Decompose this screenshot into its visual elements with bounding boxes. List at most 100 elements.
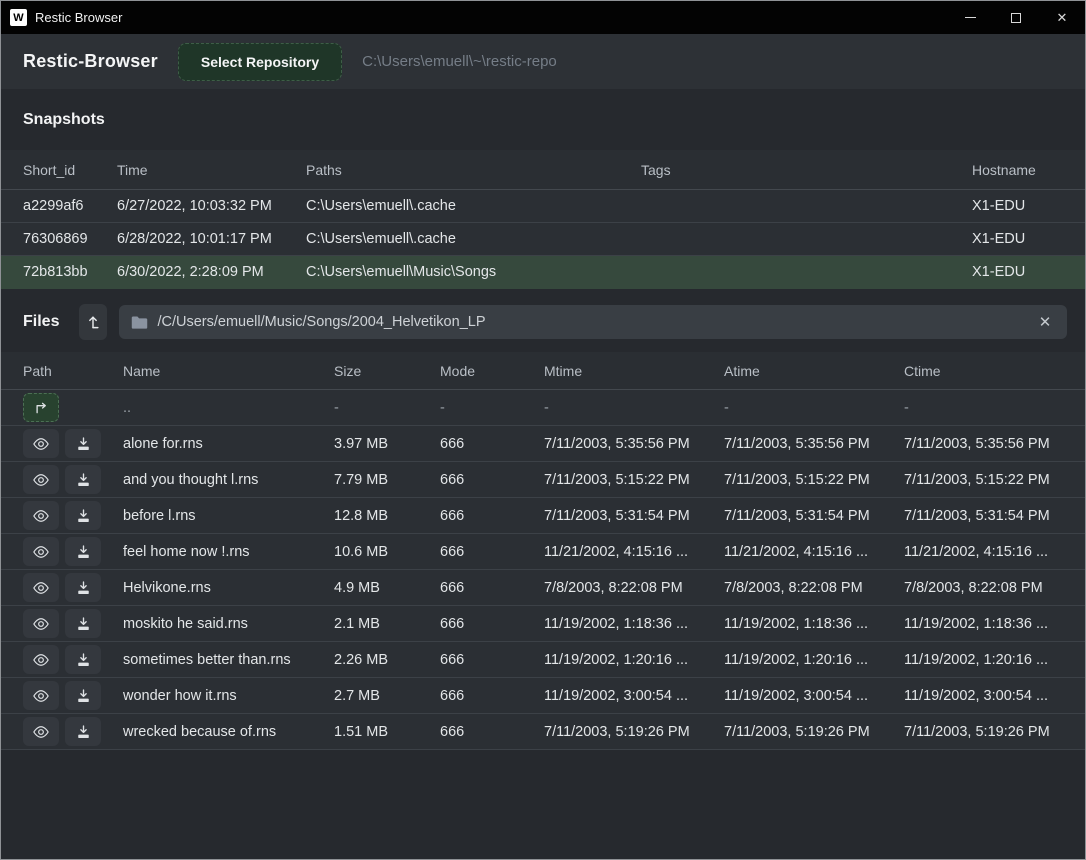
file-size: 3.97 MB [334, 436, 440, 452]
view-file-button[interactable] [23, 501, 59, 530]
download-file-button[interactable] [65, 429, 101, 458]
file-name[interactable]: wrecked because of.rns [123, 724, 334, 740]
go-parent-directory-button[interactable] [23, 393, 59, 422]
column-short-id: Short_id [23, 162, 117, 178]
file-mode: 666 [440, 580, 544, 596]
file-mode: 666 [440, 508, 544, 524]
app-title: Restic-Browser [23, 51, 158, 72]
file-mtime: 7/11/2003, 5:35:56 PM [544, 436, 724, 452]
select-repository-button[interactable]: Select Repository [178, 43, 342, 81]
snapshot-time: 6/27/2022, 10:03:32 PM [117, 198, 306, 214]
download-file-button[interactable] [65, 537, 101, 566]
file-name[interactable]: alone for.rns [123, 436, 334, 452]
file-size: 7.79 MB [334, 472, 440, 488]
file-name[interactable]: before l.rns [123, 508, 334, 524]
download-file-button[interactable] [65, 645, 101, 674]
file-mtime: 11/19/2002, 3:00:54 ... [544, 688, 724, 704]
file-atime: 11/21/2002, 4:15:16 ... [724, 544, 904, 560]
download-icon [76, 545, 91, 559]
column-name: Name [123, 363, 334, 379]
file-name[interactable]: and you thought l.rns [123, 472, 334, 488]
view-file-button[interactable] [23, 537, 59, 566]
file-mode: 666 [440, 652, 544, 668]
view-file-button[interactable] [23, 717, 59, 746]
download-file-button[interactable] [65, 717, 101, 746]
file-name[interactable]: wonder how it.rns [123, 688, 334, 704]
minimize-button[interactable] [947, 1, 993, 34]
snapshot-hostname: X1-EDU [972, 231, 1085, 247]
up-one-level-button[interactable] [79, 304, 107, 340]
minimize-icon [965, 17, 976, 18]
file-size: 2.7 MB [334, 688, 440, 704]
arrow-up-then-right-icon [33, 401, 49, 415]
file-name[interactable]: Helvikone.rns [123, 580, 334, 596]
file-size: 2.26 MB [334, 652, 440, 668]
snapshot-row[interactable]: a2299af6 6/27/2022, 10:03:32 PM C:\Users… [1, 190, 1085, 223]
snapshot-short-id: 76306869 [23, 231, 117, 247]
eye-icon [32, 437, 50, 451]
snapshot-time: 6/30/2022, 2:28:09 PM [117, 264, 306, 280]
column-time: Time [117, 162, 306, 178]
column-path: Path [23, 363, 123, 379]
file-mtime: 7/11/2003, 5:31:54 PM [544, 508, 724, 524]
file-mode: 666 [440, 472, 544, 488]
file-mtime: 7/11/2003, 5:19:26 PM [544, 724, 724, 740]
eye-icon [32, 653, 50, 667]
file-size: 1.51 MB [334, 724, 440, 740]
file-name[interactable]: .. [123, 400, 334, 416]
maximize-icon [1011, 13, 1021, 23]
current-path-bar[interactable]: /C/Users/emuell/Music/Songs/2004_Helveti… [119, 305, 1067, 339]
file-mtime: 7/11/2003, 5:15:22 PM [544, 472, 724, 488]
file-row: sometimes better than.rns 2.26 MB 666 11… [1, 642, 1085, 678]
file-name[interactable]: moskito he said.rns [123, 616, 334, 632]
arrow-up-from-bar-icon [85, 314, 101, 330]
download-icon [76, 509, 91, 523]
file-mode: 666 [440, 688, 544, 704]
file-ctime: 11/19/2002, 1:18:36 ... [904, 616, 1085, 632]
column-tags: Tags [641, 162, 972, 178]
snapshot-short-id: 72b813bb [23, 264, 117, 280]
clear-path-button[interactable]: ✕ [1033, 310, 1057, 334]
download-icon [76, 473, 91, 487]
view-file-button[interactable] [23, 681, 59, 710]
repository-path: C:\Users\emuell\~\restic-repo [362, 53, 557, 70]
snapshot-short-id: a2299af6 [23, 198, 117, 214]
column-ctime: Ctime [904, 363, 1085, 379]
window-title: Restic Browser [35, 10, 122, 25]
snapshot-paths: C:\Users\emuell\.cache [306, 231, 641, 247]
file-name[interactable]: feel home now !.rns [123, 544, 334, 560]
file-size: - [334, 400, 440, 416]
file-mode: 666 [440, 616, 544, 632]
download-file-button[interactable] [65, 573, 101, 602]
file-ctime: 7/11/2003, 5:31:54 PM [904, 508, 1085, 524]
view-file-button[interactable] [23, 609, 59, 638]
close-button[interactable]: ✕ [1039, 1, 1085, 34]
parent-directory-row: .. - - - - - [1, 390, 1085, 426]
view-file-button[interactable] [23, 465, 59, 494]
view-file-button[interactable] [23, 645, 59, 674]
download-file-button[interactable] [65, 501, 101, 530]
maximize-button[interactable] [993, 1, 1039, 34]
file-rows-container: alone for.rns 3.97 MB 666 7/11/2003, 5:3… [1, 426, 1085, 750]
eye-icon [32, 617, 50, 631]
column-hostname: Hostname [972, 162, 1085, 178]
file-atime: 7/11/2003, 5:35:56 PM [724, 436, 904, 452]
file-name[interactable]: sometimes better than.rns [123, 652, 334, 668]
file-mode: 666 [440, 544, 544, 560]
download-file-button[interactable] [65, 465, 101, 494]
file-atime: 11/19/2002, 3:00:54 ... [724, 688, 904, 704]
view-file-button[interactable] [23, 573, 59, 602]
view-file-button[interactable] [23, 429, 59, 458]
download-icon [76, 689, 91, 703]
file-mode: - [440, 400, 544, 416]
file-mtime: - [544, 400, 724, 416]
snapshots-table-header: Short_id Time Paths Tags Hostname [1, 150, 1085, 190]
download-file-button[interactable] [65, 609, 101, 638]
current-path-text: /C/Users/emuell/Music/Songs/2004_Helveti… [157, 314, 1024, 330]
snapshot-row[interactable]: 76306869 6/28/2022, 10:01:17 PM C:\Users… [1, 223, 1085, 256]
files-table: Path Name Size Mode Mtime Atime Ctime .. [1, 352, 1085, 750]
snapshot-row-selected[interactable]: 72b813bb 6/30/2022, 2:28:09 PM C:\Users\… [1, 256, 1085, 289]
app-window: W Restic Browser ✕ Restic-Browser Select… [0, 0, 1086, 860]
app-logo-icon: W [10, 9, 27, 26]
download-file-button[interactable] [65, 681, 101, 710]
